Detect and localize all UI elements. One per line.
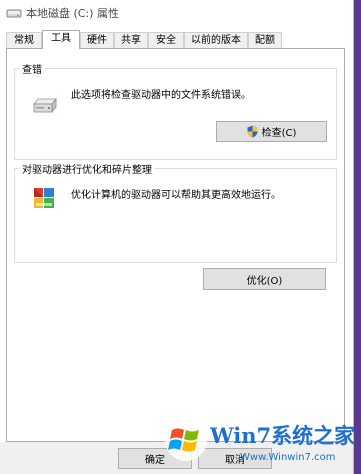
windows-logo-icon [165, 419, 207, 461]
error-checking-description: 此选项将检查驱动器中的文件系统错误。 [71, 90, 251, 101]
drive-icon [6, 9, 22, 18]
window-title: 本地磁盘 (C:) 属性 [26, 7, 119, 20]
tab-previous-versions[interactable]: 以前的版本 [184, 32, 248, 48]
tab-tools[interactable]: 工具 [42, 30, 80, 49]
check-button[interactable]: 检查(C) [216, 121, 327, 142]
watermark-brand: Win7系统之家 [210, 423, 356, 448]
tab-security[interactable]: 安全 [148, 32, 184, 48]
error-checking-title: 查错 [19, 61, 45, 76]
optimize-group: 对驱动器进行优化和碎片整理 优化计算机的驱动器可以帮助其更高效地运行。 优化(O… [14, 161, 337, 290]
tab-sharing[interactable]: 共享 [114, 32, 148, 48]
check-button-label: 检查(C) [261, 128, 297, 139]
drive-icon [33, 97, 57, 114]
defrag-icon [34, 188, 54, 208]
uac-shield-icon [247, 125, 258, 138]
optimize-button[interactable]: 优化(O) [203, 268, 326, 290]
watermark: Win7系统之家 Www.Winwin7.com [162, 414, 361, 474]
error-checking-group: 查错 此选项将检查驱动器中的文件系统错误。 检查(C) [14, 61, 337, 160]
optimize-title: 对驱动器进行优化和碎片整理 [19, 161, 155, 176]
tools-panel: 查错 此选项将检查驱动器中的文件系统错误。 检查(C) 对驱动器进行优化和碎片整… [6, 48, 345, 442]
optimize-description: 优化计算机的驱动器可以帮助其更高效地运行。 [71, 190, 281, 201]
properties-window: 本地磁盘 (C:) 属性 常规 工具 硬件 共享 安全 以前的版本 配额 查错 … [0, 0, 354, 474]
tab-quota[interactable]: 配额 [248, 32, 282, 48]
title-bar[interactable]: 本地磁盘 (C:) 属性 [0, 0, 353, 26]
tab-general[interactable]: 常规 [6, 32, 42, 48]
watermark-url: Www.Winwin7.com [240, 452, 336, 463]
tab-hardware[interactable]: 硬件 [80, 32, 114, 48]
tab-strip: 常规 工具 硬件 共享 安全 以前的版本 配额 [6, 30, 351, 49]
